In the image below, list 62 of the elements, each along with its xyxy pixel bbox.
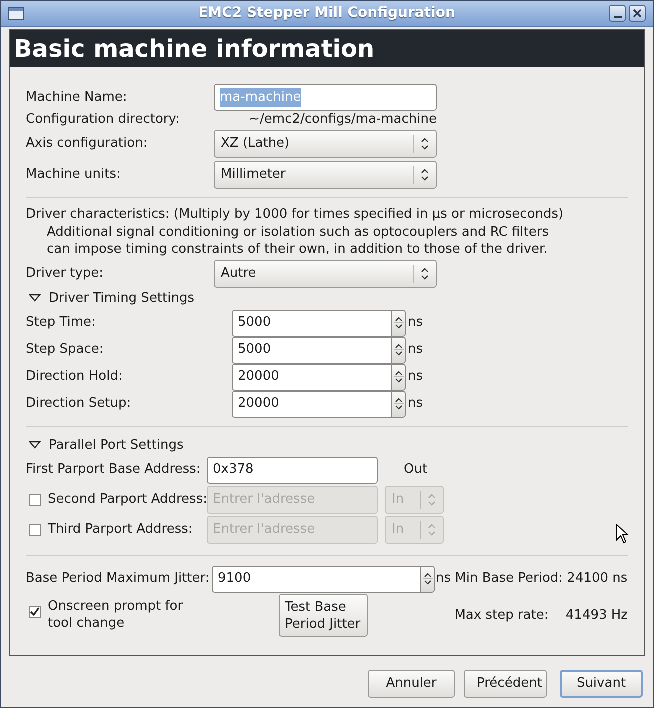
updown-icon [394,396,404,412]
checkbox-label[interactable]: Onscreen prompt for tool change [48,594,198,632]
mouse-cursor-icon [616,524,629,544]
page-header: Basic machine information [14,36,375,60]
field-label: Direction Setup: [26,395,132,414]
test-jitter-button[interactable]: Test Base Period Jitter [279,594,368,637]
updown-icon [426,522,438,536]
spin-field[interactable]: 20000 [232,364,392,390]
dialog-button[interactable]: Suivant [560,670,643,698]
dropdown[interactable]: Autre [214,260,437,288]
window-title: EMC2 Stepper Mill Configuration [198,4,456,23]
updown-icon [394,315,404,331]
max-step-rate-label: Max step rate: [454,606,550,625]
field-label: Machine units: [26,166,122,184]
updown-icon [419,266,431,280]
spin-arrows[interactable] [392,336,406,364]
field-label: First Parport Base Address: [26,461,202,480]
driver-note: Additional signal conditioning or isolation such as optocouplers and RC filters can impose timing constraints of their own, in addition to those of the driver. [46,224,550,258]
field-label: Direction Hold: [26,368,124,386]
spin-arrows[interactable] [392,390,406,418]
section-title[interactable]: Driver Timing Settings [49,288,195,308]
field-label: Axis configuration: [26,135,149,154]
updown-icon [422,571,432,587]
updown-icon [394,342,404,358]
spin-field[interactable]: 9100 [212,566,421,592]
field-label: Machine Name: [26,88,128,107]
dialog-button[interactable]: Annuler [368,670,455,698]
driver-note-title: Driver characteristics: (Multiply by 1000 for times specified in µs or microseconds) [26,206,565,224]
minimize-button[interactable] [609,5,626,22]
field-label: Step Space: [26,341,105,360]
field-label: Driver type: [26,264,105,283]
checkmark-icon [30,606,40,616]
directory-path: ~/emc2/configs/ma-machine [248,110,437,129]
max-step-rate-value: 41493 Hz [566,606,628,625]
dropdown[interactable]: XZ (Lathe) [214,130,437,158]
spin-field[interactable]: 20000 [232,390,392,418]
updown-icon [419,137,431,151]
spin-field[interactable]: 5000 [232,336,392,364]
close-icon [633,9,642,18]
dialog-button[interactable]: Précédent [464,670,547,698]
checkbox[interactable] [29,606,41,618]
spin-arrows[interactable] [392,310,406,336]
close-button[interactable] [629,5,646,22]
unit-label: ns [408,314,424,332]
unit-label: ns [408,341,424,360]
direction-label: Out [404,461,428,480]
section-title[interactable]: Parallel Port Settings [49,436,184,456]
updown-icon [419,168,431,182]
updown-icon [426,492,438,506]
min-base-period-text: ns Min Base Period: 24100 ns [436,570,628,588]
address-field[interactable]: 0x378 [207,456,378,484]
spin-field[interactable]: 5000 [232,310,392,336]
window-menu-icon [8,7,24,20]
unit-label: ns [408,368,424,386]
field-label: Step Time: [26,314,97,332]
field-label: Configuration directory: [26,110,181,129]
field-label: Base Period Maximum Jitter: [26,570,211,588]
unit-label: ns [408,395,424,414]
dropdown[interactable]: Millimeter [214,161,437,189]
updown-icon [394,369,404,385]
spin-arrows[interactable] [392,364,406,390]
spin-arrows[interactable] [421,566,435,592]
